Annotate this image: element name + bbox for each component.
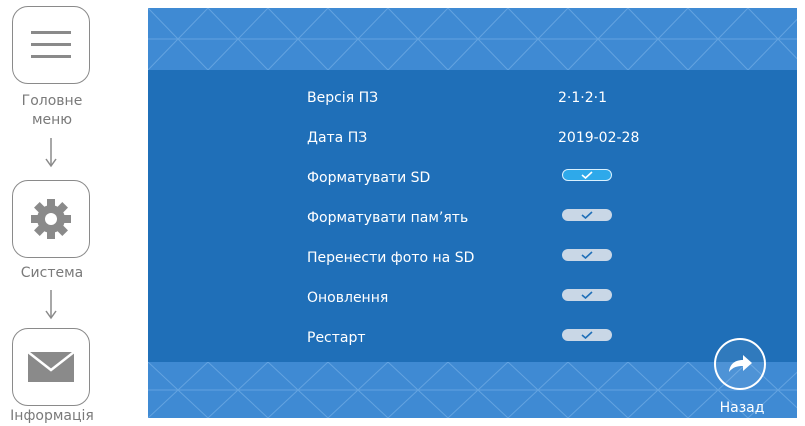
firmware-version-value: 2·1·2·1 — [558, 90, 607, 106]
back-label: Назад — [719, 400, 765, 416]
checkmark-icon — [581, 291, 593, 299]
down-arrow-icon — [45, 290, 57, 320]
format-memory-label: Форматувати пам’ять — [307, 210, 469, 226]
guide-label-information: Інформація — [10, 408, 94, 424]
guide-label-main-menu: Головне меню — [21, 93, 83, 128]
checkmark-icon — [581, 331, 593, 339]
restart-label: Рестарт — [307, 330, 366, 346]
back-arrow-icon — [714, 338, 766, 390]
back-button[interactable]: Назад — [712, 338, 772, 418]
update-label: Оновлення — [307, 290, 389, 306]
firmware-version-label: Версія ПЗ — [307, 90, 379, 106]
envelope-icon — [12, 328, 90, 406]
device-screen: Версія ПЗ 2·1·2·1 Дата ПЗ 2019-02-28 Фор… — [148, 8, 797, 418]
navigation-guide: Головне меню Система Інформація — [0, 0, 128, 426]
format-sd-label: Форматувати SD — [307, 170, 431, 186]
guide-label-system: Система — [20, 265, 84, 281]
update-button[interactable] — [562, 289, 612, 301]
menu-icon — [12, 6, 90, 84]
checkmark-icon — [581, 171, 593, 179]
move-photos-label: Перенести фото на SD — [307, 250, 475, 266]
format-memory-button[interactable] — [562, 209, 612, 221]
firmware-date-value: 2019-02-28 — [558, 130, 640, 146]
checkmark-icon — [581, 251, 593, 259]
down-arrow-icon — [45, 138, 57, 168]
firmware-date-label: Дата ПЗ — [307, 130, 368, 146]
gear-icon — [12, 180, 90, 258]
header-band — [148, 8, 797, 70]
footer-band — [148, 362, 797, 418]
format-sd-button[interactable] — [562, 169, 612, 181]
restart-button[interactable] — [562, 329, 612, 341]
move-photos-button[interactable] — [562, 249, 612, 261]
checkmark-icon — [581, 211, 593, 219]
